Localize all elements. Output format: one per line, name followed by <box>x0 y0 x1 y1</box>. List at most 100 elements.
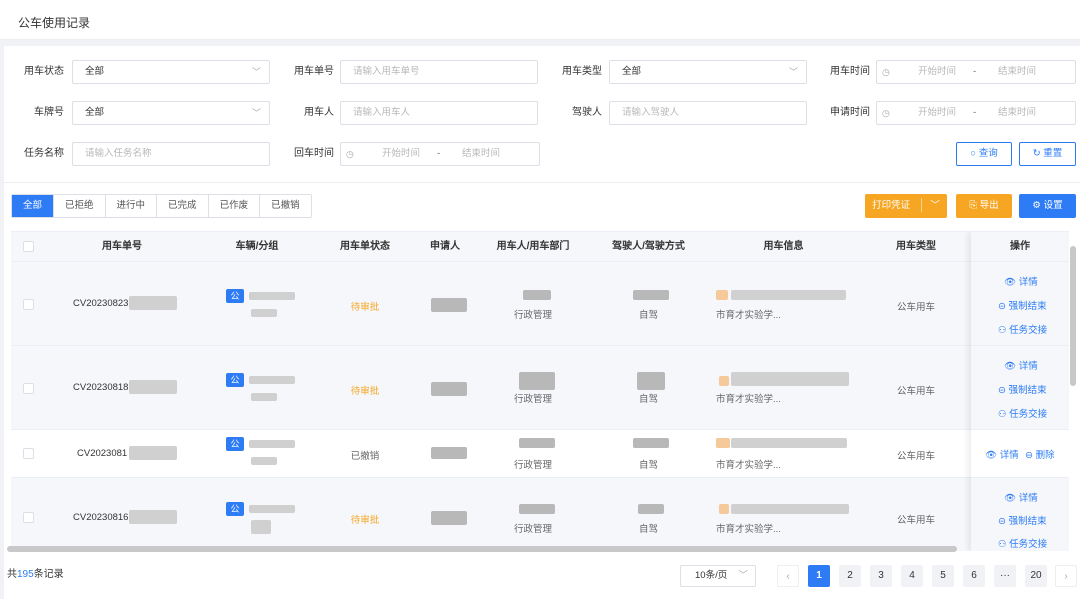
eye-icon: 👁 <box>1004 361 1019 372</box>
reset-button[interactable]: ↻ 重置 <box>1019 142 1076 166</box>
status-select[interactable]: 全部 ﹀ <box>72 60 270 84</box>
clock-icon: ◷ <box>882 67 890 77</box>
chevron-down-icon[interactable]: ﹀ <box>930 200 940 211</box>
plate-select[interactable]: 全部 ﹀ <box>72 101 270 125</box>
trip-info: 市育才实验学... <box>716 524 781 535</box>
query-button[interactable]: ○ 查询 <box>956 142 1012 166</box>
order-input[interactable]: 请输入用车单号 <box>340 60 538 84</box>
drive-mode: 自驾 <box>638 460 658 471</box>
type-select[interactable]: 全部 ﹀ <box>609 60 807 84</box>
col-driver: 驾驶人/驾驶方式 <box>612 241 685 252</box>
status-tabs: 全部 已拒绝 进行中 已完成 已作废 已撤销 <box>11 194 312 218</box>
handover-link[interactable]: ⚇ 任务交接 <box>998 536 1047 550</box>
table-row: CV20230823 公 待审批 行政管理 自驾 市育才实验学... 公车用车 <box>11 262 1069 346</box>
handover-link[interactable]: ⚇ 任务交接 <box>998 406 1047 420</box>
tab-voided[interactable]: 已作废 <box>208 195 261 217</box>
time-range-picker[interactable]: ◷ 开始时间 - 结束时间 <box>876 60 1076 84</box>
status-badge: 待审批 <box>350 302 380 313</box>
apply-end: 结束时间 <box>997 107 1036 118</box>
select-all-checkbox[interactable] <box>23 241 34 252</box>
stop-icon: ⊝ <box>998 516 1009 527</box>
detail-link[interactable]: 👁 详情 <box>985 447 1019 461</box>
row-checkbox[interactable] <box>23 383 34 394</box>
force-end-link[interactable]: ⊝ 强制结束 <box>998 382 1047 396</box>
apply-label: 申请时间 <box>830 107 870 118</box>
page-2[interactable]: 2 <box>839 565 861 587</box>
vertical-scrollbar[interactable] <box>1070 246 1076 386</box>
time-sep: - <box>973 66 977 77</box>
handover-label: 任务交接 <box>1009 409 1048 420</box>
user-dept: 行政管理 <box>513 524 552 535</box>
detail-link[interactable]: 👁 详情 <box>1004 490 1038 504</box>
table-header: 用车单号 车辆/分组 用车单状态 申请人 用车人/用车部门 驾驶人/驾驶方式 用… <box>11 232 1069 262</box>
detail-label: 详情 <box>1018 361 1038 372</box>
force-end-link[interactable]: ⊝ 强制结束 <box>998 513 1047 527</box>
eye-icon: 👁 <box>985 450 1000 461</box>
row-checkbox[interactable] <box>23 299 34 310</box>
total-prefix: 共 <box>7 569 17 580</box>
query-label: 查询 <box>978 148 998 159</box>
stop-icon: ⊝ <box>998 385 1009 396</box>
operation-column: 操作 👁 详情 ⊝ 强制结束 ⚇ 任务交接 👁 详情 ⊝ 强制结束 ⚇ 任务交接… <box>971 232 1069 551</box>
handover-link[interactable]: ⚇ 任务交接 <box>998 322 1047 336</box>
export-label: 导出 <box>979 200 999 211</box>
page-title: 公车使用记录 <box>18 16 91 30</box>
user-dept: 行政管理 <box>513 394 552 405</box>
page-5[interactable]: 5 <box>932 565 954 587</box>
page-ellipsis[interactable]: ··· <box>994 565 1016 587</box>
page-6[interactable]: 6 <box>963 565 985 587</box>
return-range-picker[interactable]: ◷ 开始时间 - 结束时间 <box>340 142 540 166</box>
order-number[interactable]: CV20230816 <box>73 512 128 523</box>
tab-revoked[interactable]: 已撤销 <box>260 195 311 217</box>
total-records: 共195条记录 <box>7 567 64 583</box>
chevron-down-icon: ﹀ <box>788 67 798 77</box>
row-checkbox[interactable] <box>23 512 34 523</box>
tab-completed[interactable]: 已完成 <box>157 195 209 217</box>
page-3[interactable]: 3 <box>870 565 892 587</box>
force-end-link[interactable]: ⊝ 强制结束 <box>998 298 1047 312</box>
total-count: 195 <box>17 569 34 580</box>
apply-range-picker[interactable]: ◷ 开始时间 - 结束时间 <box>876 101 1076 125</box>
prev-page-button[interactable]: ‹ <box>777 565 799 587</box>
row-checkbox[interactable] <box>23 448 34 459</box>
order-number[interactable]: CV20230818 <box>73 382 128 393</box>
main-panel: 用车状态 全部 ﹀ 用车单号 请输入用车单号 用车类型 全部 ﹀ 用车时间 ◷ 开始… <box>4 46 1080 599</box>
task-input[interactable]: 请输入任务名称 <box>72 142 270 166</box>
user-icon: ⚇ <box>998 539 1010 550</box>
plate-select-value: 全部 <box>85 107 105 118</box>
detail-link[interactable]: 👁 详情 <box>1004 274 1038 288</box>
page-size-select[interactable]: 10条/页 ﹀ <box>680 565 756 587</box>
detail-link[interactable]: 👁 详情 <box>1004 358 1038 372</box>
chevron-down-icon: ﹀ <box>738 570 748 581</box>
horizontal-scrollbar[interactable] <box>7 546 957 552</box>
user-input[interactable]: 请输入用车人 <box>340 101 538 125</box>
detail-label: 详情 <box>1018 493 1038 504</box>
delete-link[interactable]: ⊖ 删除 <box>1025 447 1055 461</box>
driver-input[interactable]: 请输入驾驶人 <box>609 101 807 125</box>
chevron-left-icon: ‹ <box>786 571 790 582</box>
records-table: 用车单号 车辆/分组 用车单状态 申请人 用车人/用车部门 驾驶人/驾驶方式 用… <box>11 231 1069 551</box>
time-label: 用车时间 <box>830 66 870 77</box>
print-voucher-button[interactable]: 打印凭证 ﹀ <box>865 194 947 218</box>
trip-info: 市育才实验学... <box>716 310 781 321</box>
tab-all[interactable]: 全部 <box>12 195 55 217</box>
page-20[interactable]: 20 <box>1025 565 1047 587</box>
page-4[interactable]: 4 <box>901 565 923 587</box>
tab-rejected[interactable]: 已拒绝 <box>54 195 106 217</box>
vehicle-type: 公车用车 <box>896 515 935 526</box>
order-number[interactable]: CV2023081 <box>77 448 127 459</box>
tab-in-progress[interactable]: 进行中 <box>105 195 158 217</box>
ops-cell: 👁 详情 ⊖ 删除 <box>971 430 1069 478</box>
trip-info: 市育才实验学... <box>716 460 781 471</box>
settings-button[interactable]: ⚙ 设置 <box>1019 194 1076 218</box>
page-1[interactable]: 1 <box>808 565 830 587</box>
status-badge: 已撤销 <box>350 451 380 462</box>
export-button[interactable]: ⎘ 导出 <box>956 194 1012 218</box>
print-label: 打印凭证 <box>872 200 911 211</box>
next-page-button[interactable]: › <box>1055 565 1077 587</box>
user-label: 用车人 <box>304 107 334 118</box>
order-number[interactable]: CV20230823 <box>73 298 128 309</box>
return-sep: - <box>437 148 441 159</box>
vehicle-type: 公车用车 <box>896 302 935 313</box>
delete-label: 删除 <box>1035 450 1055 461</box>
